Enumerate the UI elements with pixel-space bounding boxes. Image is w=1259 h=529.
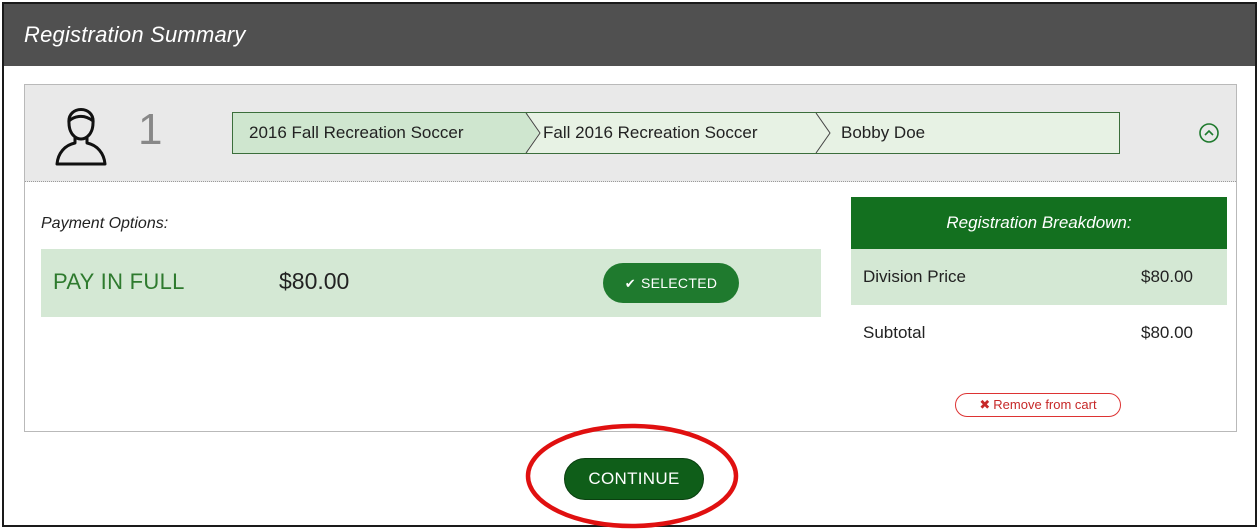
- registration-breakdown: Registration Breakdown: Division Price $…: [851, 197, 1227, 367]
- breakdown-row-value: $80.00: [1141, 323, 1193, 342]
- payment-option-row[interactable]: PAY IN FULL $80.00 ✔ SELECTED: [41, 249, 821, 317]
- breakdown-row-label: Subtotal: [863, 323, 926, 342]
- checkmark-icon: ✔: [624, 276, 636, 291]
- selected-button-label: SELECTED: [640, 275, 718, 291]
- breadcrumb-separator-icon: [815, 112, 837, 154]
- chevron-up-circle-icon[interactable]: [1198, 122, 1220, 144]
- breakdown-row: Subtotal $80.00: [851, 305, 1227, 361]
- breadcrumb-program[interactable]: 2016 Fall Recreation Soccer: [233, 113, 528, 153]
- breakdown-row: Division Price $80.00: [851, 249, 1227, 305]
- registration-summary-window: Registration Summary 1 2016 Fall Recreat…: [2, 2, 1257, 529]
- breadcrumb: 2016 Fall Recreation Soccer Fall 2016 Re…: [232, 112, 1120, 154]
- page-title: Registration Summary: [24, 22, 246, 47]
- breadcrumb-division[interactable]: Fall 2016 Recreation Soccer: [543, 113, 758, 153]
- breakdown-row-label: Division Price: [863, 267, 966, 286]
- registration-card-header: 1 2016 Fall Recreation Soccer Fall 2016 …: [25, 85, 1236, 182]
- payment-options-label: Payment Options:: [41, 215, 169, 232]
- selected-button[interactable]: ✔ SELECTED: [603, 263, 739, 303]
- registration-card: 1 2016 Fall Recreation Soccer Fall 2016 …: [24, 84, 1237, 432]
- breakdown-title: Registration Breakdown:: [851, 197, 1227, 249]
- title-bar: Registration Summary: [4, 4, 1255, 66]
- remove-from-cart-button[interactable]: ✖ Remove from cart: [955, 393, 1121, 417]
- highlight-circle: [524, 422, 740, 529]
- remove-x-icon: ✖: [979, 397, 991, 412]
- payment-option-amount: $80.00: [279, 268, 350, 294]
- remove-from-cart-label: Remove from cart: [993, 397, 1097, 412]
- person-icon: [53, 97, 109, 167]
- payment-option-name: PAY IN FULL: [53, 269, 185, 294]
- registration-number: 1: [138, 105, 163, 154]
- breakdown-row-value: $80.00: [1141, 267, 1193, 286]
- breadcrumb-participant[interactable]: Bobby Doe: [841, 113, 925, 153]
